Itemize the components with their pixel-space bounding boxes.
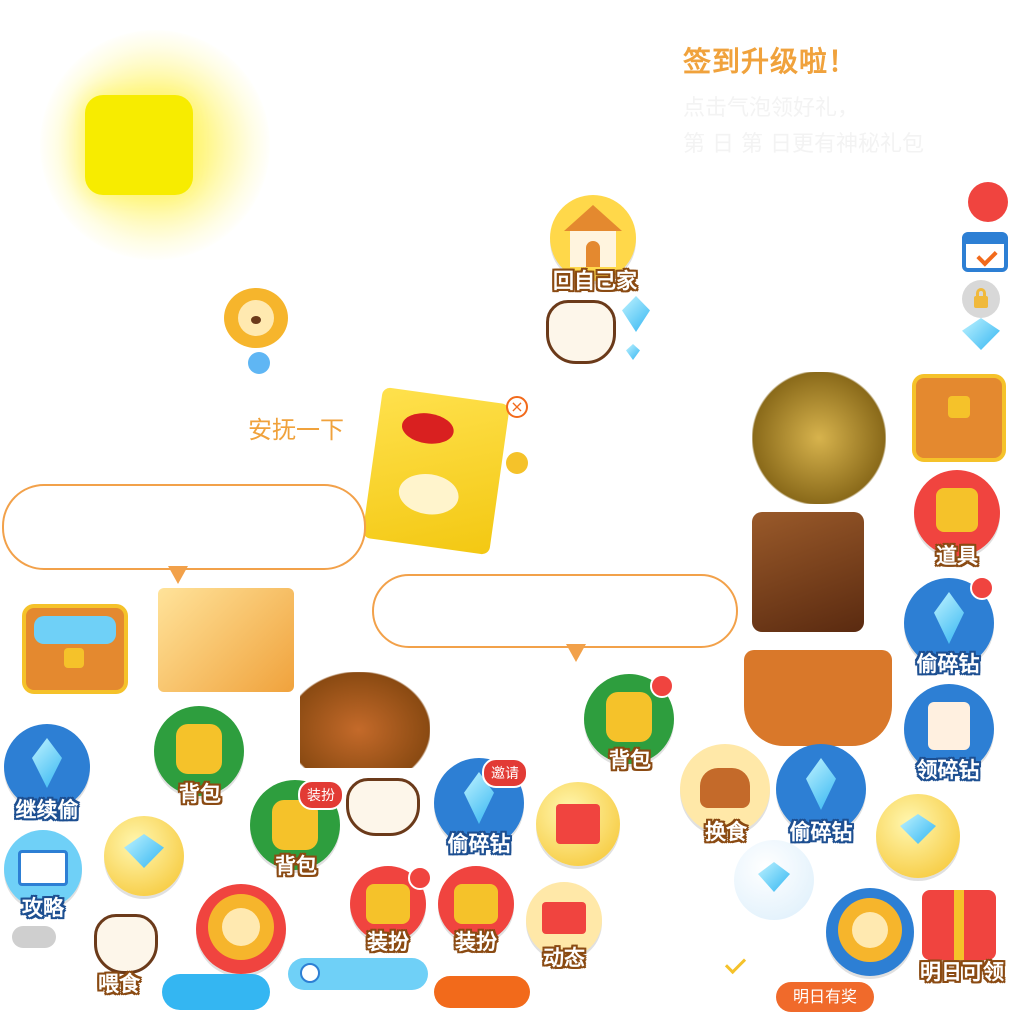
backpack-icon (606, 692, 652, 742)
treasure-chest-icon[interactable] (912, 374, 1006, 462)
check-icon (724, 952, 747, 975)
backpack-icon (176, 724, 222, 774)
feed-label[interactable]: 喂食 (84, 968, 154, 998)
calendar-icon[interactable] (962, 232, 1008, 272)
claim-fragments-label: 领碎钻 (916, 758, 980, 782)
mail-icon (542, 902, 586, 934)
hand-pointer-icon (94, 914, 158, 974)
claim-tomorrow-label: 明日可领 (920, 960, 1004, 984)
checkin-headline: 签到升级啦！ (683, 45, 858, 78)
speech-bubble-tail (566, 644, 586, 662)
diamond-icon (962, 318, 1000, 350)
invite-badge[interactable]: 邀请 (482, 758, 528, 788)
backpack-label: 背包 (609, 748, 651, 772)
news-label: 动态 (543, 946, 585, 970)
continue-steal-label: 继续偷 (15, 798, 79, 822)
shirt-icon (454, 884, 498, 924)
biscuit-snack-image[interactable] (158, 588, 294, 692)
star-icon (936, 488, 978, 532)
hand-pointer-icon (346, 778, 420, 836)
treasure-chest-icon[interactable] (22, 604, 128, 694)
lion-icon[interactable] (826, 888, 914, 976)
guide-toggle[interactable] (12, 926, 56, 948)
sun-icon (85, 95, 193, 195)
beef-snack-image[interactable] (752, 512, 864, 632)
diamond-bubble[interactable] (876, 794, 960, 878)
card-icon (928, 702, 970, 750)
steal-fragments-label: 偷碎钻 (447, 832, 511, 856)
steal-fragments-label: 偷碎钻 (916, 652, 980, 676)
timer-pill[interactable] (288, 958, 428, 990)
notification-dot (970, 576, 994, 600)
dress-up-badge: 装扮 (298, 780, 344, 810)
gift-icon[interactable] (922, 890, 996, 960)
speech-bubble-left (2, 484, 366, 570)
durian-image[interactable] (752, 372, 886, 504)
diamond-bubble[interactable] (734, 840, 814, 920)
gift-bubble[interactable] (536, 782, 620, 866)
water-drop-icon (248, 352, 270, 374)
clock-icon (300, 963, 320, 983)
swap-food-label: 换食 (705, 820, 747, 844)
chips-snack-image[interactable] (362, 386, 510, 556)
hand-pointer-icon (546, 300, 616, 364)
lock-icon[interactable] (962, 280, 1000, 318)
diamond-icon (622, 296, 650, 332)
lion-icon[interactable] (196, 884, 286, 974)
diamond-icon (626, 344, 640, 360)
home-label[interactable]: 回自己家 (540, 265, 650, 295)
nuts-snack-image[interactable] (300, 672, 430, 768)
speech-bubble-center (372, 574, 738, 648)
speech-bubble-tail (168, 566, 188, 584)
tomorrow-reward-button[interactable]: 明日有奖 (776, 982, 874, 1012)
orange-pill-button[interactable] (434, 976, 530, 1008)
faint-hint-2: 第 日 第 日更有神秘礼包 (683, 132, 924, 157)
book-icon (18, 850, 68, 886)
notification-dot (650, 674, 674, 698)
notification-dot[interactable] (968, 182, 1008, 222)
dress-up-label: 装扮 (455, 930, 497, 954)
guide-label: 攻略 (22, 896, 64, 920)
backpack-label: 背包 (275, 854, 317, 878)
diamond-bubble[interactable] (104, 816, 184, 896)
faint-hint-1: 点击气泡领好礼， (683, 96, 860, 121)
props-label: 道具 (936, 544, 978, 568)
coin-icon (506, 452, 528, 474)
dress-up-label: 装扮 (367, 930, 409, 954)
blue-pill-button[interactable] (162, 974, 270, 1010)
soothe-action[interactable]: 安抚一下 (248, 410, 344, 445)
gift-icon (556, 804, 600, 844)
shirt-icon (366, 884, 410, 924)
burger-icon (700, 768, 750, 808)
close-icon[interactable]: × (506, 396, 528, 418)
lion-icon[interactable] (224, 288, 288, 348)
backpack-label: 背包 (179, 782, 221, 806)
notification-dot (408, 866, 432, 890)
basket-image[interactable] (744, 650, 892, 746)
